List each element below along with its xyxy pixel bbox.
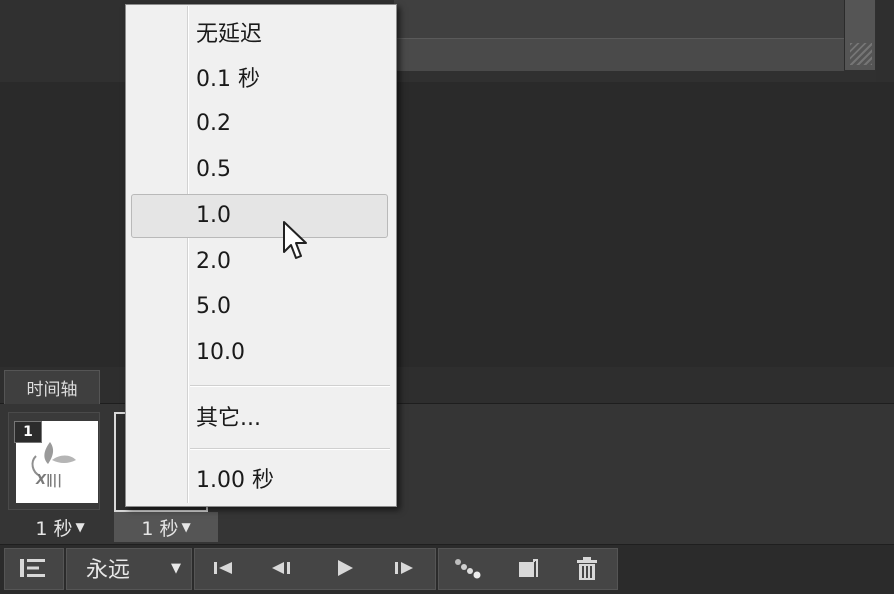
brand-logo-icon: X∥||: [31, 442, 76, 488]
frame-2-delay-dropdown[interactable]: 1 秒 ▼: [114, 512, 218, 542]
previous-frame-icon[interactable]: [268, 556, 296, 580]
horizontal-scrollbar[interactable]: [394, 38, 844, 71]
dropdown-arrow-icon: ▼: [171, 560, 181, 576]
tween-icon[interactable]: [452, 556, 484, 582]
menu-item-0-2[interactable]: 0.2: [196, 106, 231, 140]
menu-item-5-0[interactable]: 5.0: [196, 289, 231, 323]
menu-item-no-delay[interactable]: 无延迟: [196, 15, 262, 49]
next-frame-icon[interactable]: [390, 556, 418, 580]
play-icon[interactable]: [331, 556, 359, 580]
dropdown-arrow-icon: ▼: [181, 520, 191, 534]
duplicate-frame-icon[interactable]: [515, 556, 541, 582]
mouse-pointer-icon: [283, 221, 307, 259]
menu-item-1-0[interactable]: 1.0: [196, 198, 231, 232]
timeline-convert-icon[interactable]: [18, 556, 48, 580]
menu-item-0-5[interactable]: 0.5: [196, 152, 231, 186]
menu-item-10-0[interactable]: 10.0: [196, 335, 245, 369]
resize-grip-icon[interactable]: [850, 43, 872, 65]
svg-text:X∥||: X∥||: [35, 473, 62, 488]
menu-item-0-1[interactable]: 0.1 秒: [196, 60, 260, 94]
tab-timeline[interactable]: 时间轴: [4, 370, 100, 404]
menu-item-other[interactable]: 其它...: [196, 399, 261, 433]
frame-2-delay-label: 1 秒: [141, 517, 179, 540]
menu-hover-highlight: [131, 194, 388, 238]
frame-1-delay-dropdown[interactable]: 1 秒 ▼: [12, 512, 108, 542]
menu-gutter-highlight: [188, 6, 189, 503]
menu-item-2-0[interactable]: 2.0: [196, 244, 231, 278]
dropdown-arrow-icon: ▼: [75, 520, 85, 534]
frame-1-number: 1: [14, 421, 42, 443]
menu-item-current-delay[interactable]: 1.00 秒: [196, 461, 274, 495]
loop-option-label: 永远: [86, 558, 131, 583]
tab-timeline-label: 时间轴: [26, 380, 78, 400]
menu-separator-highlight: [190, 386, 390, 387]
menu-separator-highlight: [190, 449, 390, 450]
first-frame-icon[interactable]: [210, 556, 238, 580]
frame-1-delay-label: 1 秒: [35, 517, 73, 540]
trash-icon[interactable]: [574, 555, 600, 583]
frame-delay-menu: [125, 4, 397, 507]
panel-edge: [876, 0, 894, 82]
